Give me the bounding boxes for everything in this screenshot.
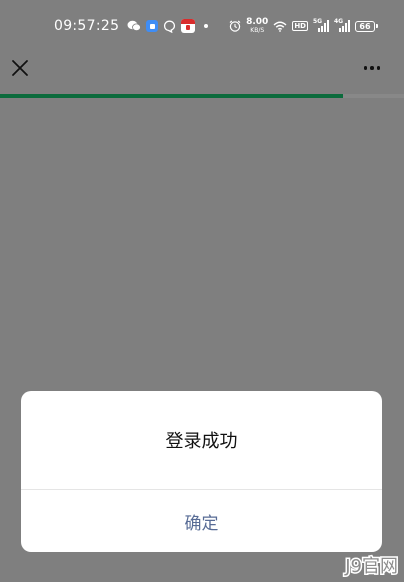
confirm-button[interactable]: 确定 — [21, 490, 382, 552]
status-time: 09:57:25 — [54, 18, 120, 34]
wifi-icon — [273, 21, 287, 32]
page-progress-fill — [0, 94, 344, 98]
watermark: J9官网 — [343, 555, 400, 579]
red-app-icon — [181, 19, 196, 33]
close-button[interactable] — [8, 56, 32, 80]
wechat-icon — [127, 20, 142, 32]
dialog-message: 登录成功 — [165, 431, 238, 452]
notification-dot-icon — [204, 24, 209, 28]
blue-app-icon — [146, 20, 159, 32]
battery-icon: 66 — [355, 20, 378, 32]
more-icon-dot — [363, 66, 368, 70]
svg-text:J9官网: J9官网 — [344, 556, 398, 577]
network-speed-value: 8.00 — [246, 17, 269, 27]
network-speed-unit: KB/S — [250, 27, 265, 34]
status-bar: 09:57:25 8.00 KB/S HD 5G 4G 66 — [0, 0, 404, 52]
more-button[interactable] — [360, 60, 384, 76]
more-icon-dot — [376, 66, 381, 70]
signal-4g-icon: 4G — [334, 18, 350, 32]
page-progress-bar — [0, 94, 404, 98]
alarm-icon — [229, 20, 241, 32]
signal-5g-icon: 5G — [313, 18, 329, 32]
battery-level: 66 — [355, 20, 375, 32]
qq-icon — [163, 20, 176, 33]
close-icon — [12, 60, 28, 76]
hd-badge: HD — [292, 21, 308, 31]
network-speed: 8.00 KB/S — [246, 18, 268, 34]
more-icon-dot — [370, 66, 374, 70]
login-success-dialog: 登录成功 确定 — [21, 391, 382, 552]
